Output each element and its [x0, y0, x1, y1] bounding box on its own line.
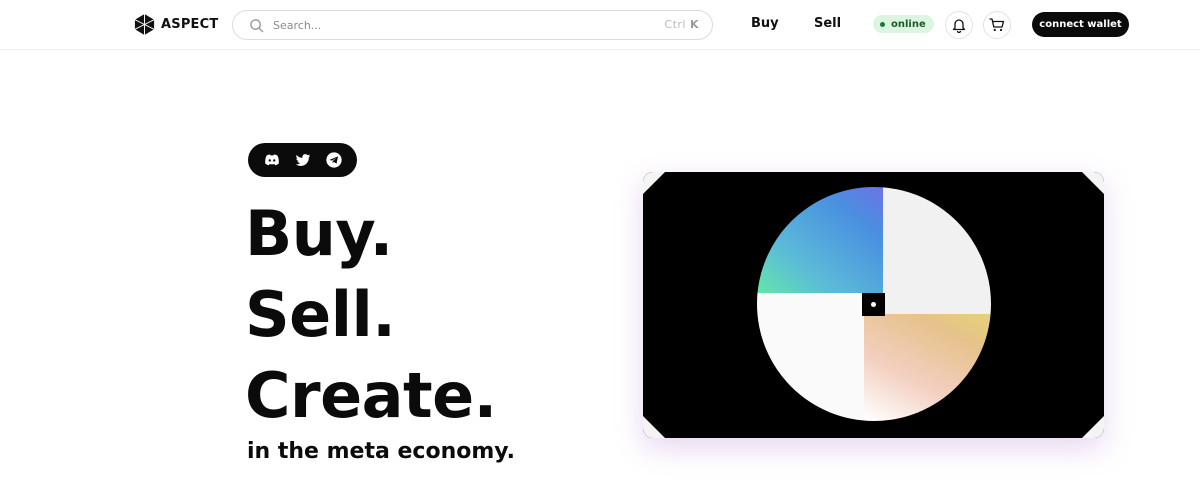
twitter-icon	[295, 154, 310, 166]
search-shortcut: Ctrl K	[664, 18, 699, 31]
bell-icon	[952, 19, 966, 33]
logo[interactable]: ASPECT	[133, 12, 218, 36]
shortcut-key: K	[689, 18, 699, 31]
telegram-icon	[325, 152, 342, 168]
top-navbar: ASPECT Ctrl K Buy Sell online connect wa…	[0, 0, 1200, 50]
telegram-link[interactable]	[324, 150, 344, 170]
connect-wallet-button[interactable]: connect wallet	[1032, 12, 1129, 37]
logo-text: ASPECT	[161, 16, 219, 32]
status-badge: online	[873, 15, 934, 33]
status-dot-icon	[880, 21, 885, 27]
hero-subtitle: in the meta economy.	[247, 439, 515, 464]
quadrant-circle-artwork	[643, 172, 1104, 438]
shortcut-ctrl: Ctrl	[664, 18, 686, 31]
hero-heading-buy: Buy.	[245, 197, 393, 270]
discord-link[interactable]	[262, 150, 282, 170]
discord-icon	[264, 154, 279, 166]
search-bar[interactable]: Ctrl K	[232, 10, 713, 40]
search-input[interactable]	[273, 15, 633, 36]
status-label: online	[891, 18, 926, 30]
hero-heading-sell: Sell.	[245, 278, 396, 351]
nav-buy-link[interactable]: Buy	[751, 16, 779, 31]
cart-icon	[989, 18, 1005, 32]
featured-artwork-card[interactable]	[643, 172, 1104, 438]
twitter-link[interactable]	[293, 150, 313, 170]
hero-heading-create: Create.	[245, 359, 497, 432]
aspect-logo-icon	[134, 13, 155, 35]
search-icon	[250, 19, 264, 33]
nav-sell-link[interactable]: Sell	[814, 16, 841, 31]
social-links	[248, 143, 357, 177]
notifications-button[interactable]	[945, 11, 973, 39]
cart-button[interactable]	[983, 11, 1011, 39]
